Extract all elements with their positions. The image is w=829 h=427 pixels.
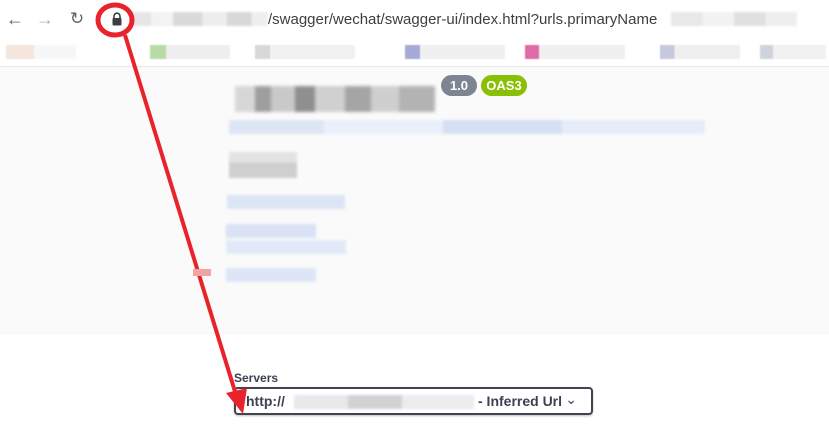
chevron-down-icon[interactable]: ⌄ bbox=[565, 391, 577, 408]
lock-icon[interactable] bbox=[111, 12, 123, 26]
bookmark-item[interactable] bbox=[6, 45, 76, 59]
description-redacted bbox=[229, 152, 297, 178]
api-title-redacted bbox=[235, 86, 435, 112]
url-host-redacted bbox=[132, 12, 268, 26]
server-url-prefix: http:// bbox=[246, 393, 285, 409]
spec-url-link-redacted[interactable] bbox=[229, 120, 705, 134]
bookmark-item[interactable] bbox=[150, 45, 230, 59]
info-link-redacted[interactable] bbox=[227, 195, 345, 209]
info-link-redacted[interactable] bbox=[226, 240, 346, 254]
browser-toolbar: ← → ↻ /swagger/wechat/swagger-ui/index.h… bbox=[0, 0, 829, 38]
bookmark-item[interactable] bbox=[660, 45, 740, 59]
reload-icon[interactable]: ↻ bbox=[66, 8, 88, 30]
server-host-redacted bbox=[294, 395, 474, 409]
bookmark-item[interactable] bbox=[525, 45, 625, 59]
bookmark-item[interactable] bbox=[405, 45, 505, 59]
back-arrow-icon[interactable]: ← bbox=[4, 8, 26, 30]
address-bar-url[interactable]: /swagger/wechat/swagger-ui/index.html?ur… bbox=[268, 11, 657, 28]
info-link-redacted[interactable] bbox=[226, 224, 316, 238]
url-query-redacted bbox=[671, 12, 797, 26]
oas-badge: OAS3 bbox=[481, 75, 527, 96]
servers-label: Servers bbox=[234, 371, 279, 385]
bookmark-item[interactable] bbox=[255, 45, 355, 59]
bookmarks-bar bbox=[0, 38, 829, 67]
server-select-dropdown[interactable]: http:// - Inferred Url ⌄ bbox=[234, 387, 593, 415]
version-badge: 1.0 bbox=[441, 75, 477, 96]
info-link-redacted[interactable] bbox=[226, 268, 316, 282]
forward-arrow-icon[interactable]: → bbox=[34, 8, 56, 30]
server-url-suffix: - Inferred Url bbox=[478, 393, 563, 409]
bookmark-item[interactable] bbox=[760, 45, 826, 59]
